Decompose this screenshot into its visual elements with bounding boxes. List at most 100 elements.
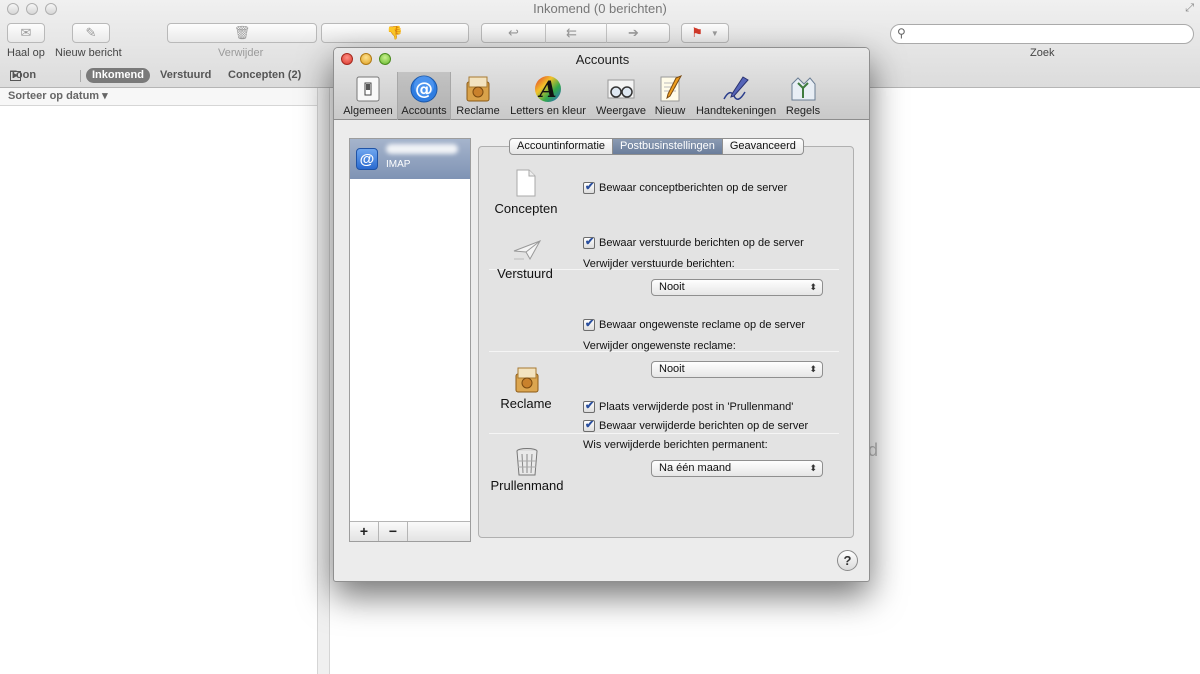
segment-divider bbox=[545, 23, 546, 43]
remove-account-button[interactable]: − bbox=[379, 522, 408, 541]
preferences-toolbar: Accounts Algemeen @ Accounts Reclame A L… bbox=[334, 48, 869, 120]
reply-all-icon[interactable]: ⇇ bbox=[566, 25, 577, 41]
tab-label: Nieuw bbox=[654, 105, 686, 117]
compose-icon bbox=[654, 74, 686, 104]
reply-icon[interactable]: ↩ bbox=[508, 25, 519, 41]
store-sent-checkbox[interactable]: Bewaar verstuurde berichten op de server bbox=[583, 235, 804, 249]
checkbox-checked[interactable] bbox=[583, 235, 595, 249]
checkbox-checked[interactable] bbox=[583, 180, 595, 194]
prefs-window-title: Accounts bbox=[575, 52, 630, 67]
at-sign-icon: @ bbox=[408, 74, 440, 104]
switch-icon bbox=[352, 74, 384, 104]
get-mail-label: Haal op bbox=[7, 47, 45, 59]
tab-rules[interactable]: Regels bbox=[782, 72, 824, 120]
tab-label: Reclame bbox=[456, 105, 500, 117]
tab-fonts-colors[interactable]: A Letters en kleur bbox=[506, 72, 590, 120]
updown-arrows-icon: ⬍ bbox=[809, 463, 817, 473]
segment-divider bbox=[606, 23, 607, 43]
paper-plane-icon bbox=[512, 238, 542, 262]
tab-accounts[interactable]: @ Accounts bbox=[397, 72, 451, 120]
move-to-trash-checkbox[interactable]: Plaats verwijderde post in 'Prullenmand' bbox=[583, 399, 794, 413]
tab-advanced[interactable]: Geavanceerd bbox=[723, 139, 803, 154]
search-input[interactable]: ⚲ bbox=[890, 24, 1194, 44]
junk-mail-icon bbox=[512, 366, 542, 394]
checkbox-checked[interactable] bbox=[583, 317, 595, 331]
fullscreen-icon[interactable]: ⤢ bbox=[1185, 2, 1194, 15]
erase-junk-popup[interactable]: Nooit ⬍ bbox=[651, 361, 823, 378]
at-sign-icon: @ bbox=[356, 148, 378, 170]
compose-icon: ✎ bbox=[85, 25, 97, 40]
new-message-label: Nieuw bericht bbox=[55, 47, 122, 59]
delete-button[interactable]: 🗑 bbox=[167, 23, 317, 43]
favorite-inbox[interactable]: Inkomend bbox=[86, 68, 150, 83]
show-mailboxes-button[interactable]: ▶ Toon bbox=[10, 69, 36, 81]
junk-mail-icon bbox=[462, 74, 494, 104]
erase-sent-popup[interactable]: Nooit ⬍ bbox=[651, 279, 823, 296]
sent-label: Verstuurd bbox=[497, 266, 553, 281]
glasses-icon bbox=[605, 74, 637, 104]
junk-button[interactable]: 👎 bbox=[321, 23, 469, 43]
account-name-redacted bbox=[386, 144, 458, 154]
erase-sent-label: Verwijder verstuurde berichten: bbox=[583, 258, 735, 270]
tab-account-information[interactable]: Accountinformatie bbox=[510, 139, 614, 154]
favorite-drafts[interactable]: Concepten (2) bbox=[228, 69, 301, 81]
tab-label: Letters en kleur bbox=[510, 105, 586, 117]
svg-text:A: A bbox=[537, 77, 556, 103]
divider bbox=[80, 70, 81, 82]
tab-viewing[interactable]: Weergave bbox=[594, 72, 648, 120]
tab-mailbox-behaviors[interactable]: Postbusinstellingen bbox=[613, 139, 723, 154]
checkbox-label: Plaats verwijderde post in 'Prullenmand' bbox=[599, 401, 794, 413]
erase-junk-label: Verwijder ongewenste reclame: bbox=[583, 340, 736, 352]
erase-trash-label: Wis verwijderde berichten permanent: bbox=[583, 439, 768, 451]
rules-icon bbox=[787, 74, 819, 104]
store-trash-checkbox[interactable]: Bewaar verwijderde berichten op de serve… bbox=[583, 418, 809, 432]
popup-value: Na één maand bbox=[659, 462, 732, 474]
checkbox-label: Bewaar verwijderde berichten op de serve… bbox=[599, 420, 809, 432]
tab-composing[interactable]: Nieuw bbox=[650, 72, 690, 120]
popup-value: Nooit bbox=[659, 363, 685, 375]
tab-label: Algemeen bbox=[343, 105, 393, 117]
search-icon: ⚲ bbox=[897, 26, 906, 40]
accounts-pane: @ IMAP + − Accountinformatie Postbusinst… bbox=[334, 120, 869, 581]
junk-label: Reclame bbox=[500, 396, 552, 411]
drafts-document-icon bbox=[514, 168, 538, 198]
account-subtabs: Accountinformatie Postbusinstellingen Ge… bbox=[509, 138, 804, 155]
store-drafts-checkbox[interactable]: Bewaar conceptberichten op de server bbox=[583, 180, 787, 194]
add-account-button[interactable]: + bbox=[350, 522, 379, 541]
drafts-label: Concepten bbox=[494, 201, 558, 216]
trash-can-icon bbox=[514, 447, 540, 477]
checkbox-label: Bewaar ongewenste reclame op de server bbox=[599, 319, 806, 331]
account-row-selected[interactable]: @ IMAP bbox=[350, 139, 470, 179]
account-list: @ IMAP + − bbox=[349, 138, 471, 542]
tab-label: Accounts bbox=[401, 105, 447, 117]
updown-arrows-icon: ⬍ bbox=[809, 282, 817, 292]
flag-button[interactable]: ⚑ ▼ bbox=[681, 23, 729, 43]
store-junk-checkbox[interactable]: Bewaar ongewenste reclame op de server bbox=[583, 317, 806, 331]
tab-junk-mail[interactable]: Reclame bbox=[454, 72, 502, 120]
account-type: IMAP bbox=[386, 159, 411, 170]
help-button[interactable]: ? bbox=[837, 550, 858, 571]
erase-trash-popup[interactable]: Na één maand ⬍ bbox=[651, 460, 823, 477]
search-label: Zoek bbox=[1030, 47, 1055, 59]
checkbox-checked[interactable] bbox=[583, 418, 595, 432]
get-mail-button[interactable]: ✉ bbox=[7, 23, 45, 43]
tab-general[interactable]: Algemeen bbox=[340, 72, 396, 120]
checkbox-checked[interactable] bbox=[583, 399, 595, 413]
tab-label: Weergave bbox=[596, 105, 646, 117]
favorite-sent[interactable]: Verstuurd bbox=[160, 69, 211, 81]
checkbox-label: Bewaar verstuurde berichten op de server bbox=[599, 237, 804, 249]
tab-label: Regels bbox=[785, 105, 821, 117]
sort-by-date-menu[interactable]: Sorteer op datum ▾ bbox=[0, 88, 317, 106]
reply-forward-group: ↩ ⇇ ➔ bbox=[481, 23, 670, 43]
sidebar-icon: ▶ bbox=[10, 71, 21, 81]
new-message-button[interactable]: ✎ bbox=[72, 23, 110, 43]
fonts-colors-icon: A bbox=[532, 74, 564, 104]
chevron-down-icon: ▼ bbox=[710, 28, 719, 38]
pane-splitter[interactable] bbox=[317, 88, 330, 674]
forward-icon[interactable]: ➔ bbox=[628, 25, 639, 41]
tab-signatures[interactable]: Handtekeningen bbox=[692, 72, 780, 120]
account-list-buttons: + − bbox=[350, 521, 470, 541]
delete-label: Verwijder bbox=[218, 47, 264, 59]
flag-icon: ⚑ bbox=[691, 25, 703, 40]
mail-window-title: Inkomend (0 berichten) bbox=[533, 1, 667, 16]
